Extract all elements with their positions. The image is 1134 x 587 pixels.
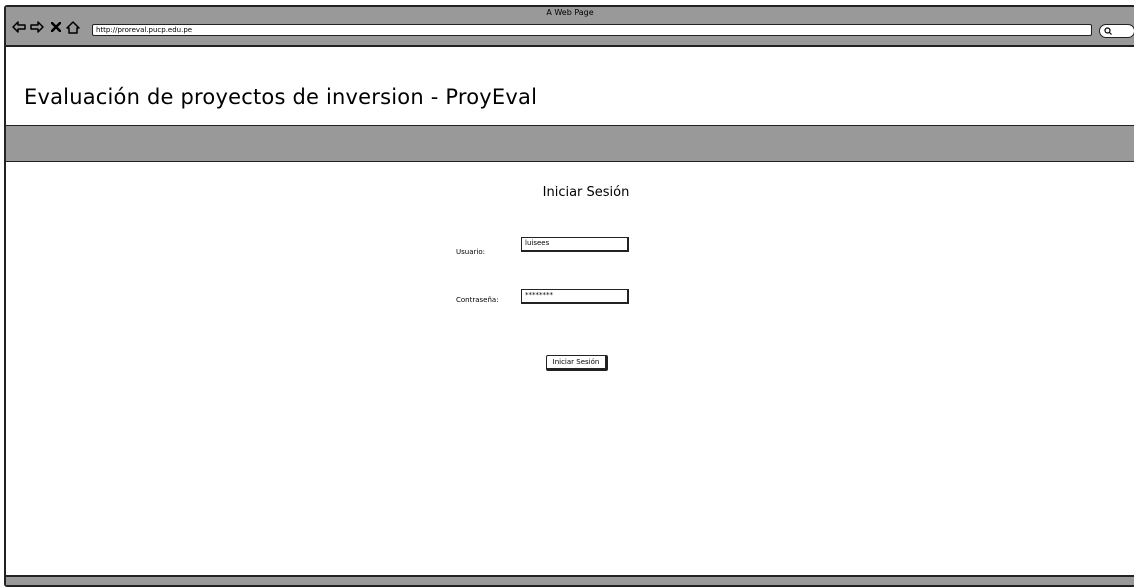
back-arrow-icon[interactable]	[12, 20, 26, 34]
browser-window: A Web Page http://proreval.pucp.edu.pe E…	[4, 5, 1134, 587]
close-x-icon[interactable]	[49, 20, 63, 34]
search-icon	[1104, 27, 1112, 35]
browser-titlebar: A Web Page http://proreval.pucp.edu.pe	[6, 7, 1134, 47]
page-title: Evaluación de proyectos de inversion - P…	[24, 85, 538, 109]
search-button[interactable]	[1099, 24, 1134, 38]
login-heading: Iniciar Sesión	[542, 185, 630, 200]
forward-arrow-icon[interactable]	[30, 20, 44, 34]
password-input[interactable]: ********	[521, 289, 629, 304]
username-input[interactable]: luisees	[521, 237, 629, 252]
home-icon[interactable]	[66, 20, 80, 34]
username-label: Usuario:	[456, 248, 485, 256]
login-button[interactable]: Iniciar Sesión	[546, 355, 608, 371]
password-label: Contraseña:	[456, 296, 499, 304]
url-bar[interactable]: http://proreval.pucp.edu.pe	[92, 24, 1092, 36]
browser-statusbar	[6, 575, 1134, 585]
window-title: A Web Page	[546, 8, 594, 17]
navigation-bar	[6, 125, 1134, 162]
